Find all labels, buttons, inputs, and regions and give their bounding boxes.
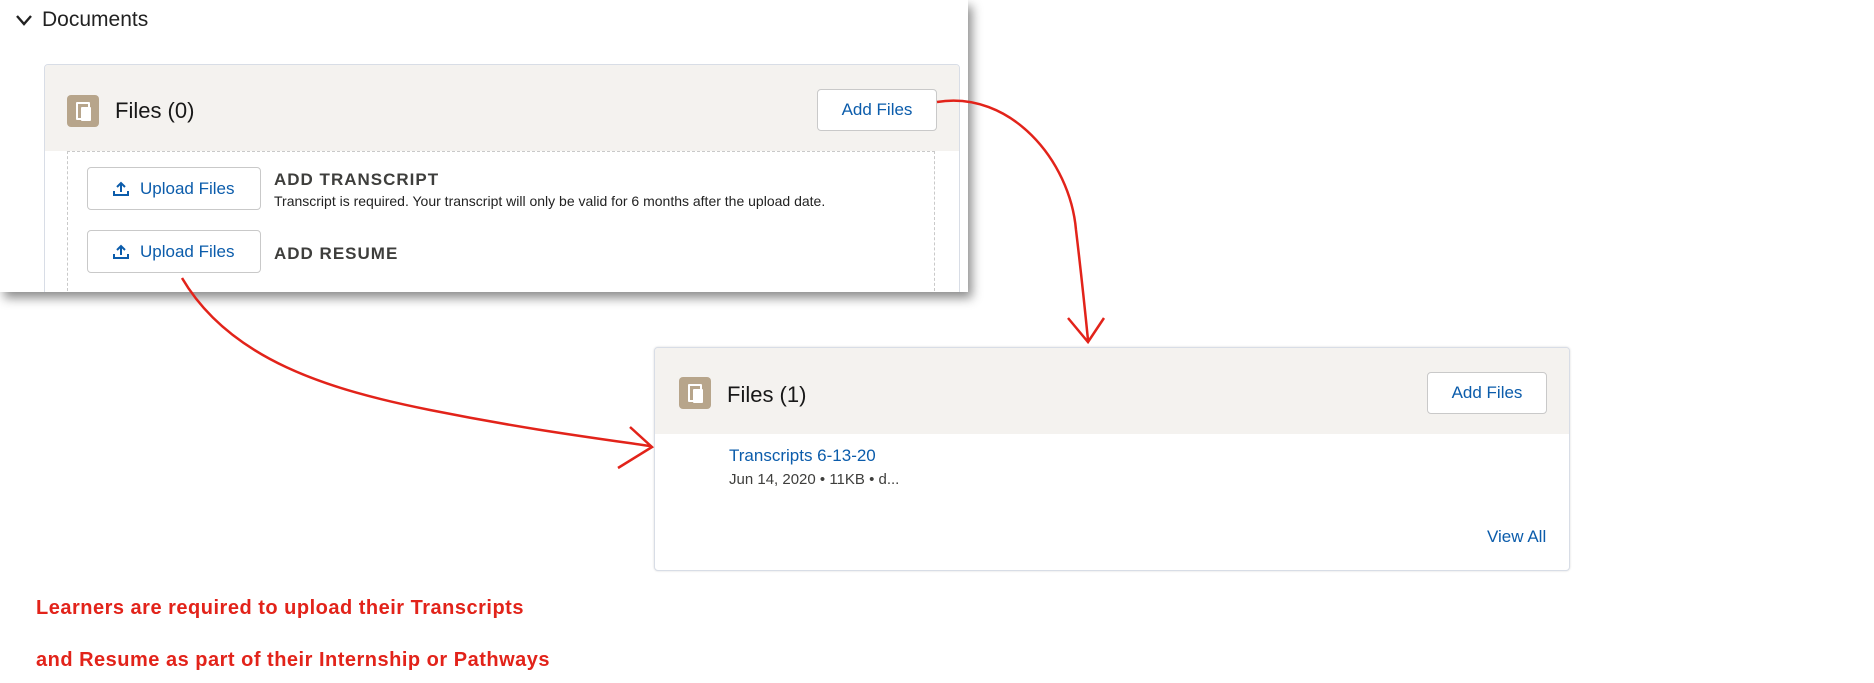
arrow-curve-to-file — [180, 277, 651, 448]
arrow-head-right — [617, 426, 655, 470]
annotation-arrows — [180, 99, 1106, 470]
arrow-curve-to-bottom-card — [936, 99, 1090, 341]
